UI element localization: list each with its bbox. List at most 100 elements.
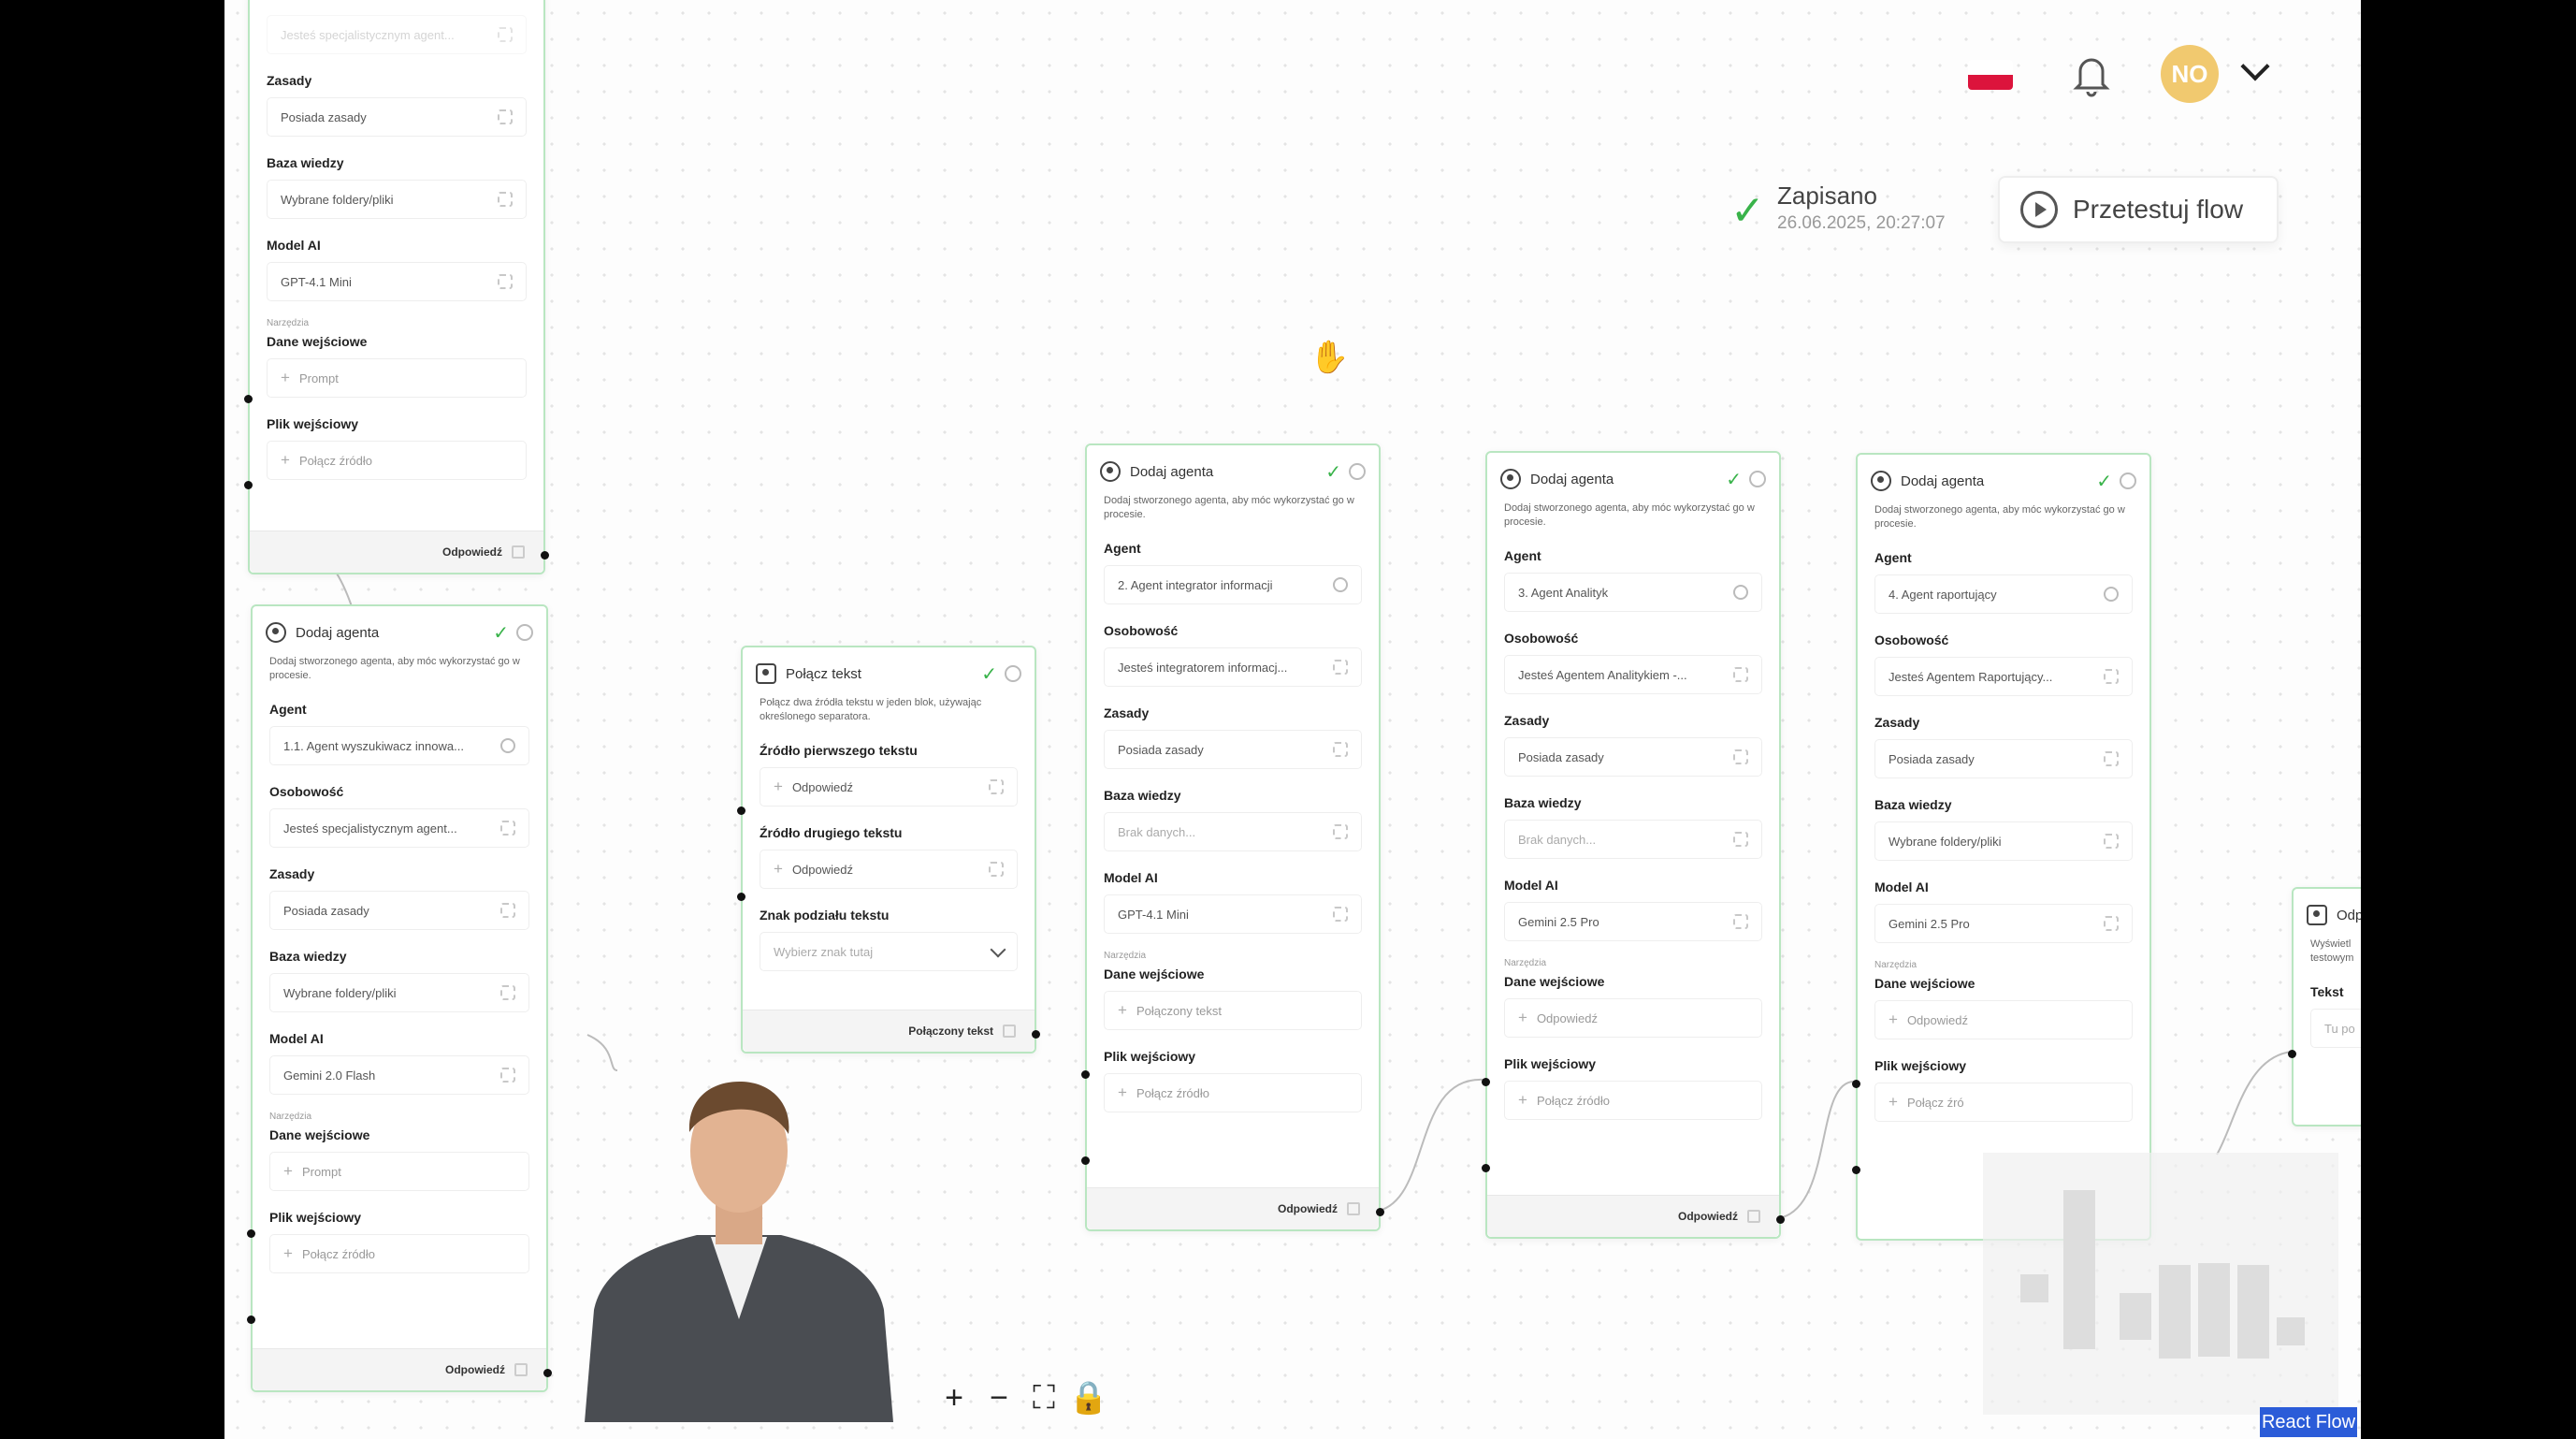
output-handle[interactable] — [543, 1369, 552, 1377]
settings-icon[interactable] — [1005, 665, 1021, 682]
agent-select[interactable]: 3. Agent Analityk — [1504, 573, 1762, 612]
expand-icon[interactable] — [1733, 914, 1748, 929]
agent-select[interactable]: 2. Agent integrator informacji — [1104, 565, 1362, 604]
expand-icon[interactable] — [1733, 832, 1748, 847]
input-data-field[interactable]: + Połączony tekst — [1104, 991, 1362, 1030]
expand-icon[interactable] — [1333, 907, 1348, 922]
input-handle[interactable] — [737, 807, 745, 815]
input-handle[interactable] — [247, 1229, 255, 1238]
expand-icon[interactable] — [500, 821, 515, 836]
chevron-down-icon[interactable] — [2240, 51, 2270, 81]
expand-icon[interactable] — [500, 985, 515, 1000]
join-text-node[interactable]: Połącz tekst ✓ Połącz dwa źródła tekstu w… — [737, 646, 1040, 1054]
output-handle[interactable] — [1776, 1215, 1785, 1224]
knowledge-base-field[interactable]: Wybrane foldery/pliki — [1874, 821, 2133, 861]
expand-icon[interactable] — [2104, 669, 2119, 684]
settings-icon[interactable] — [1349, 463, 1366, 480]
input-file-field[interactable]: + Połącz źródło — [269, 1234, 529, 1273]
expand-icon[interactable] — [498, 109, 513, 124]
model-field[interactable]: Gemini 2.5 Pro — [1504, 902, 1762, 941]
knowledge-base-field[interactable]: Brak danych... — [1104, 812, 1362, 851]
input-data-field[interactable]: + Odpowiedź — [1504, 998, 1762, 1038]
rules-field[interactable]: Posiada zasady — [1504, 737, 1762, 777]
knowledge-base-field[interactable]: Wybrane foldery/pliki — [267, 180, 527, 219]
input-file-field[interactable]: + Połącz źródło — [267, 441, 527, 480]
model-field[interactable]: GPT-4.1 Mini — [267, 262, 527, 301]
agent-select[interactable]: 4. Agent raportujący — [1874, 574, 2133, 614]
agent-node-2[interactable]: Dodaj agenta ✓ Dodaj stworzonego agenta, … — [1081, 443, 1384, 1231]
expand-icon[interactable] — [2104, 916, 2119, 931]
agent-node-4[interactable]: Dodaj agenta ✓ Dodaj stworzonego agenta, … — [1852, 453, 2151, 1241]
expand-icon[interactable] — [989, 779, 1004, 794]
zoom-out-button[interactable]: − — [986, 1380, 1012, 1416]
expand-icon[interactable] — [1333, 742, 1348, 757]
input-handle[interactable] — [244, 481, 253, 489]
input-handle[interactable] — [1852, 1166, 1860, 1174]
expand-icon[interactable] — [1733, 749, 1748, 764]
output-node-partial[interactable]: Odp Wyświetl testowym Tekst Tu po — [2288, 887, 2361, 1126]
agent-node-top-left[interactable]: Jesteś specjalistycznym agent... Zasady … — [244, 0, 549, 574]
expand-icon[interactable] — [1333, 660, 1348, 675]
rules-field[interactable]: Posiada zasady — [267, 97, 527, 137]
agent-node-left[interactable]: Dodaj agenta ✓ Dodaj stworzonego agenta, … — [247, 604, 552, 1392]
expand-icon[interactable] — [2104, 751, 2119, 766]
expand-icon[interactable] — [989, 862, 1004, 877]
model-field[interactable]: Gemini 2.5 Pro — [1874, 904, 2133, 943]
react-flow-attribution[interactable]: React Flow — [2260, 1407, 2357, 1437]
input-handle[interactable] — [2288, 1050, 2296, 1058]
input-file-field[interactable]: + Połącz źró — [1874, 1083, 2133, 1122]
persona-field[interactable]: Jesteś specjalistycznym agent... — [269, 808, 529, 848]
rules-field[interactable]: Posiada zasady — [1104, 730, 1362, 769]
knowledge-base-field[interactable]: Wybrane foldery/pliki — [269, 973, 529, 1012]
rules-field[interactable]: Posiada zasady — [1874, 739, 2133, 778]
expand-icon[interactable] — [1733, 667, 1748, 682]
persona-field-faded[interactable]: Jesteś specjalistycznym agent... — [267, 15, 527, 54]
input-file-field[interactable]: + Połącz źródło — [1504, 1081, 1762, 1120]
test-flow-button[interactable]: Przetestuj flow — [1998, 176, 2279, 243]
expand-icon[interactable] — [498, 27, 513, 42]
bell-icon[interactable] — [2073, 52, 2110, 97]
input-handle[interactable] — [247, 1315, 255, 1324]
input-file-field[interactable]: + Połącz źródło — [1104, 1073, 1362, 1112]
separator-select[interactable]: Wybierz znak tutaj — [760, 932, 1018, 971]
model-field[interactable]: Gemini 2.0 Flash — [269, 1055, 529, 1095]
input-handle[interactable] — [1081, 1156, 1090, 1165]
input-data-field[interactable]: + Prompt — [267, 358, 527, 398]
persona-field[interactable]: Jesteś Agentem Raportujący... — [1874, 657, 2133, 696]
rules-field[interactable]: Posiada zasady — [269, 891, 529, 930]
persona-field[interactable]: Jesteś Agentem Analitykiem -... — [1504, 655, 1762, 694]
output-handle[interactable] — [1032, 1030, 1040, 1039]
input-data-field[interactable]: + Prompt — [269, 1152, 529, 1191]
expand-icon[interactable] — [1333, 824, 1348, 839]
persona-field[interactable]: Jesteś integratorem informacj... — [1104, 647, 1362, 687]
expand-icon[interactable] — [500, 903, 515, 918]
input-handle[interactable] — [244, 395, 253, 403]
first-source-field[interactable]: + Odpowiedź — [760, 767, 1018, 807]
minimap[interactable] — [1983, 1153, 2338, 1415]
text-field[interactable]: Tu po — [2310, 1009, 2361, 1048]
input-handle[interactable] — [1482, 1164, 1490, 1172]
lock-icon[interactable]: 🔒 — [1069, 1380, 1108, 1416]
input-handle[interactable] — [1852, 1080, 1860, 1088]
agent-node-3[interactable]: Dodaj agenta ✓ Dodaj stworzonego agenta, … — [1482, 451, 1785, 1239]
input-handle[interactable] — [737, 893, 745, 901]
settings-icon[interactable] — [1749, 471, 1766, 487]
expand-icon[interactable] — [498, 192, 513, 207]
model-field[interactable]: GPT-4.1 Mini — [1104, 894, 1362, 934]
input-data-field[interactable]: + Odpowiedź — [1874, 1000, 2133, 1039]
output-handle[interactable] — [541, 551, 549, 560]
agent-select[interactable]: 1.1. Agent wyszukiwacz innowa... — [269, 726, 529, 765]
settings-icon[interactable] — [2120, 472, 2136, 489]
expand-icon[interactable] — [2104, 834, 2119, 849]
output-handle[interactable] — [1376, 1208, 1384, 1216]
second-source-field[interactable]: + Odpowiedź — [760, 850, 1018, 889]
input-handle[interactable] — [1081, 1070, 1090, 1079]
zoom-in-button[interactable]: + — [941, 1380, 967, 1416]
knowledge-base-field[interactable]: Brak danych... — [1504, 820, 1762, 859]
expand-icon[interactable] — [500, 1068, 515, 1083]
expand-icon[interactable] — [498, 274, 513, 289]
language-flag-icon[interactable] — [1968, 60, 2013, 90]
fit-view-button[interactable]: ⛶ — [1031, 1380, 1057, 1416]
settings-icon[interactable] — [516, 624, 533, 641]
avatar[interactable]: NO — [2161, 45, 2219, 103]
